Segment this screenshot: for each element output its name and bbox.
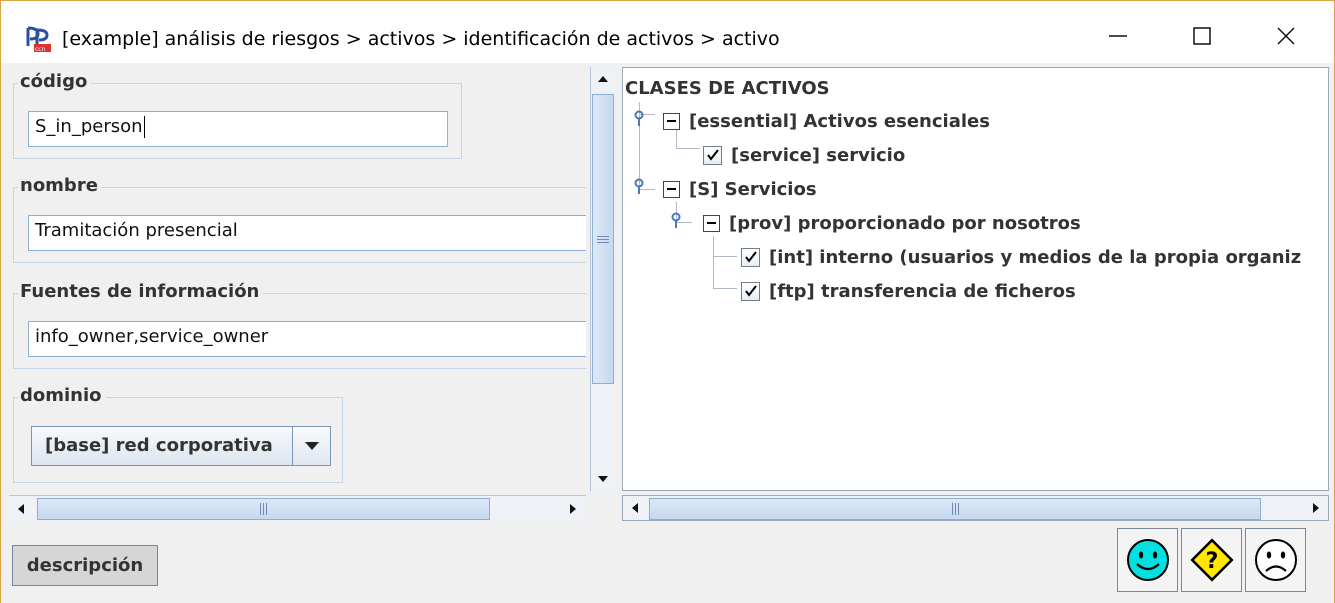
close-icon bbox=[1277, 27, 1295, 45]
tree-node-label: [ftp] transferencia de ficheros bbox=[769, 280, 1076, 302]
title-bar: ccn [example] análisis de riesgos > acti… bbox=[1, 1, 1334, 63]
cancel-button[interactable] bbox=[1245, 528, 1306, 592]
tree-root-label: CLASES DE ACTIVOS bbox=[625, 77, 830, 99]
fuentes-group: Fuentes de información info_owner,servic… bbox=[13, 281, 586, 369]
tree-node-service[interactable]: [service] servicio bbox=[703, 143, 905, 167]
window: ccn [example] análisis de riesgos > acti… bbox=[0, 0, 1335, 603]
pilar-app-icon: ccn bbox=[25, 26, 51, 52]
text-caret bbox=[143, 116, 145, 138]
tree-node-int[interactable]: [int] interno (usuarios y medios de la p… bbox=[741, 245, 1301, 269]
tree-node-ftp[interactable]: [ftp] transferencia de ficheros bbox=[741, 279, 1076, 303]
grip-icon bbox=[951, 503, 959, 515]
vertical-scroll-thumb[interactable] bbox=[592, 94, 614, 384]
arrow-up-icon bbox=[598, 76, 608, 82]
scroll-left-button[interactable] bbox=[623, 496, 647, 520]
horizontal-scroll-thumb[interactable] bbox=[37, 498, 490, 520]
arrow-left-icon bbox=[18, 504, 24, 514]
horizontal-scroll-thumb[interactable] bbox=[649, 498, 1261, 520]
tree-horizontal-scrollbar[interactable] bbox=[622, 495, 1329, 521]
question-diamond-icon: ? bbox=[1189, 538, 1234, 582]
codigo-value: S_in_person bbox=[35, 116, 143, 137]
arrow-left-icon bbox=[632, 503, 638, 513]
maximize-icon bbox=[1193, 27, 1211, 45]
tree-node-label: [int] interno (usuarios y medios de la p… bbox=[769, 246, 1302, 268]
tree-node-servicios[interactable]: [S] Servicios bbox=[663, 177, 817, 201]
dominio-select[interactable]: [base] red corporativa bbox=[31, 426, 331, 466]
scroll-right-button[interactable] bbox=[561, 497, 585, 521]
arrow-right-icon bbox=[570, 504, 576, 514]
arrow-down-icon bbox=[598, 476, 608, 482]
form-vertical-scrollbar[interactable] bbox=[590, 67, 615, 491]
arrow-right-icon bbox=[1313, 503, 1319, 513]
accept-button[interactable] bbox=[1117, 528, 1178, 592]
dominio-selected-value: [base] red corporativa bbox=[45, 435, 273, 456]
dominio-dropdown-button[interactable] bbox=[292, 427, 330, 465]
codigo-label: código bbox=[18, 71, 92, 92]
tree-node-essential[interactable]: [essential] Activos esenciales bbox=[663, 109, 990, 133]
checkbox-checked-icon[interactable] bbox=[703, 145, 722, 165]
fuentes-label: Fuentes de información bbox=[18, 281, 264, 302]
codigo-input[interactable]: S_in_person bbox=[28, 111, 448, 147]
window-title: [example] análisis de riesgos > activos … bbox=[62, 28, 780, 50]
asset-form-panel: código S_in_person nombre Tramitación pr… bbox=[9, 67, 586, 492]
fuentes-input[interactable]: info_owner,service_owner bbox=[28, 321, 586, 357]
tree-handle-icon[interactable] bbox=[631, 178, 647, 202]
grip-icon bbox=[597, 235, 609, 243]
asset-classes-tree[interactable]: CLASES DE ACTIVOS [essential] Activos es… bbox=[622, 67, 1329, 491]
minimize-icon bbox=[1109, 35, 1127, 37]
scroll-left-button[interactable] bbox=[9, 497, 33, 521]
tree-connector bbox=[713, 236, 714, 288]
dominio-label: dominio bbox=[18, 385, 106, 406]
tree-node-prov[interactable]: [prov] proporcionado por nosotros bbox=[703, 211, 1081, 235]
close-button[interactable] bbox=[1244, 9, 1328, 63]
svg-text:?: ? bbox=[1205, 549, 1218, 574]
description-button[interactable]: descripción bbox=[12, 545, 158, 586]
scroll-up-button[interactable] bbox=[591, 67, 615, 91]
nombre-value: Tramitación presencial bbox=[35, 220, 238, 241]
tree-node-label: [essential] Activos esenciales bbox=[689, 110, 990, 132]
tree-handle-icon[interactable] bbox=[631, 110, 647, 134]
tree-node-label: [prov] proporcionado por nosotros bbox=[729, 212, 1081, 234]
collapse-icon[interactable] bbox=[663, 112, 680, 130]
chevron-down-icon bbox=[304, 442, 319, 450]
tree-node-label: [service] servicio bbox=[731, 144, 906, 166]
maximize-button[interactable] bbox=[1160, 9, 1244, 63]
collapse-icon[interactable] bbox=[703, 214, 720, 232]
help-button[interactable]: ? bbox=[1181, 528, 1242, 592]
grip-icon bbox=[260, 503, 267, 515]
smiley-icon bbox=[1126, 539, 1169, 581]
bottom-bar: descripción ? bbox=[1, 523, 1334, 603]
collapse-icon[interactable] bbox=[663, 180, 680, 198]
checkbox-checked-icon[interactable] bbox=[741, 247, 760, 267]
tree-connector bbox=[713, 256, 737, 257]
tree-connector bbox=[713, 288, 737, 289]
nombre-group: nombre Tramitación presencial bbox=[13, 175, 586, 263]
tree-handle-icon[interactable] bbox=[668, 212, 684, 236]
tree-connector bbox=[676, 148, 700, 149]
svg-text:ccn: ccn bbox=[35, 46, 46, 52]
tree-node-label: [S] Servicios bbox=[689, 178, 817, 200]
form-horizontal-scrollbar[interactable] bbox=[9, 495, 586, 521]
nombre-label: nombre bbox=[18, 175, 102, 196]
dominio-group: dominio [base] red corporativa bbox=[13, 385, 343, 483]
frown-icon bbox=[1254, 539, 1297, 581]
scroll-right-button[interactable] bbox=[1304, 496, 1328, 520]
codigo-group: código S_in_person bbox=[13, 71, 462, 159]
minimize-button[interactable] bbox=[1076, 9, 1160, 63]
nombre-input[interactable]: Tramitación presencial bbox=[28, 215, 586, 251]
fuentes-value: info_owner,service_owner bbox=[35, 326, 269, 347]
scroll-down-button[interactable] bbox=[591, 467, 615, 491]
checkbox-checked-icon[interactable] bbox=[741, 281, 760, 301]
